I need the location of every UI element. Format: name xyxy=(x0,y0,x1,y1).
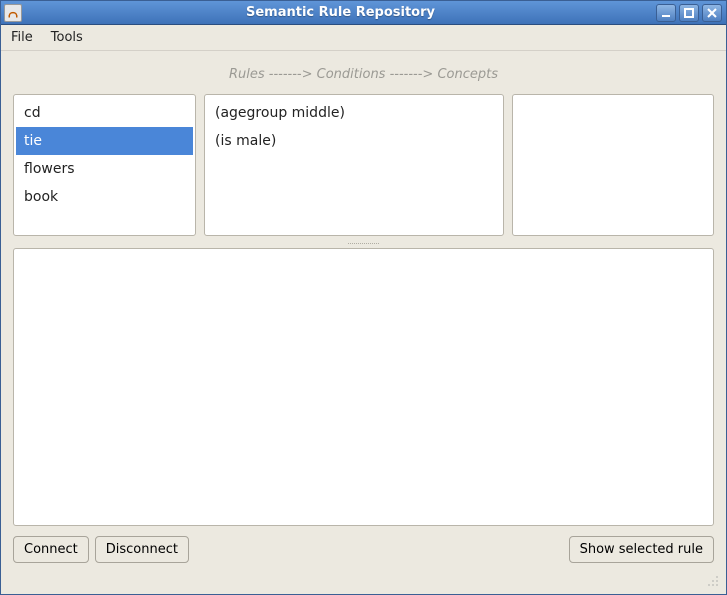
title-bar: Semantic Rule Repository xyxy=(1,1,726,25)
rules-item[interactable]: book xyxy=(16,183,193,211)
button-bar: Connect Disconnect Show selected rule xyxy=(13,536,714,563)
connect-button[interactable]: Connect xyxy=(13,536,89,563)
rules-item[interactable]: cd xyxy=(16,99,193,127)
window-title: Semantic Rule Repository xyxy=(25,5,656,20)
top-panels: cdtieflowersbook (agegroup middle)(is ma… xyxy=(13,94,714,236)
concepts-list[interactable] xyxy=(512,94,714,236)
menu-file[interactable]: File xyxy=(7,28,37,47)
resize-grip[interactable] xyxy=(706,574,720,588)
rules-list[interactable]: cdtieflowersbook xyxy=(13,94,196,236)
menu-bar: File Tools xyxy=(1,25,726,51)
window-controls xyxy=(656,4,726,22)
maximize-button[interactable] xyxy=(679,4,699,22)
menu-tools[interactable]: Tools xyxy=(47,28,87,47)
conditions-list[interactable]: (agegroup middle)(is male) xyxy=(204,94,504,236)
minimize-button[interactable] xyxy=(656,4,676,22)
rules-item[interactable]: flowers xyxy=(16,155,193,183)
splitter[interactable] xyxy=(13,240,714,246)
subtitle-label: Rules -------> Conditions -------> Conce… xyxy=(13,61,714,94)
content-area: Rules -------> Conditions -------> Conce… xyxy=(1,51,726,571)
show-selected-rule-button[interactable]: Show selected rule xyxy=(569,536,714,563)
app-icon xyxy=(4,4,22,22)
rules-item[interactable]: tie xyxy=(16,127,193,155)
conditions-item[interactable]: (is male) xyxy=(207,127,501,155)
close-button[interactable] xyxy=(702,4,722,22)
disconnect-button[interactable]: Disconnect xyxy=(95,536,189,563)
conditions-item[interactable]: (agegroup middle) xyxy=(207,99,501,127)
details-panel[interactable] xyxy=(13,248,714,526)
